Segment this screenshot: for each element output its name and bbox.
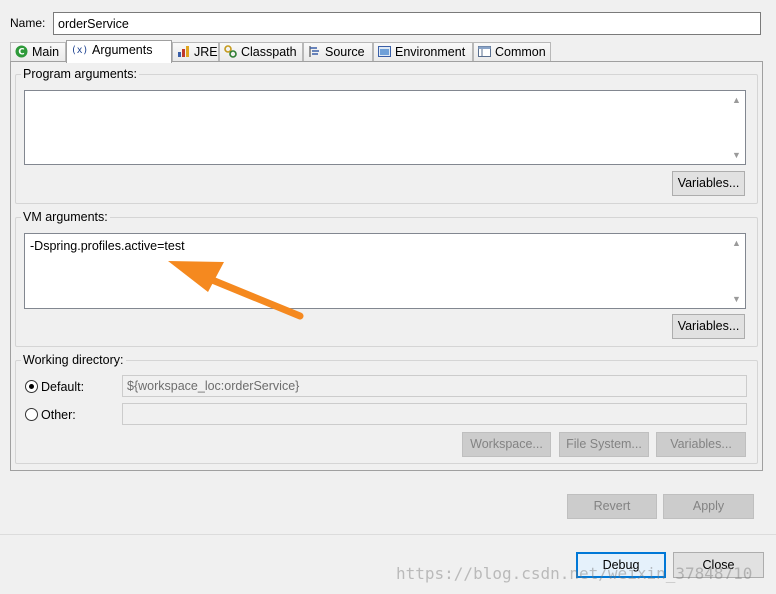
tab-jre[interactable]: JRE — [172, 42, 219, 62]
other-directory-field — [122, 403, 747, 425]
default-radio-label[interactable]: Default: — [41, 380, 84, 394]
tab-arguments[interactable]: (x)= Arguments — [66, 40, 172, 63]
apply-button[interactable]: Apply — [663, 494, 754, 519]
other-radio[interactable] — [25, 408, 38, 421]
tab-source[interactable]: Source — [303, 42, 373, 62]
tab-arguments-label: Arguments — [92, 43, 153, 57]
svg-text:C: C — [18, 48, 24, 58]
scroll-up-icon[interactable]: ▲ — [728, 235, 745, 251]
vm-arguments-textarea[interactable]: -Dspring.profiles.active=test ▲ ▼ — [24, 233, 746, 309]
vm-arguments-scrollbar[interactable]: ▲ ▼ — [728, 234, 745, 308]
default-directory-field: ${workspace_loc:orderService} — [122, 375, 747, 397]
vm-arguments-group: VM arguments: -Dspring.profiles.active=t… — [15, 210, 758, 347]
scroll-down-icon[interactable]: ▼ — [728, 291, 745, 307]
tab-classpath[interactable]: Classpath — [219, 42, 303, 62]
name-input-value: orderService — [58, 17, 129, 31]
program-arguments-group: Program arguments: ▲ ▼ Variables... — [15, 67, 758, 204]
source-icon — [308, 45, 321, 58]
working-directory-title: Working directory: — [21, 353, 126, 367]
program-arguments-title: Program arguments: — [21, 67, 139, 81]
workspace-button[interactable]: Workspace... — [462, 432, 551, 457]
program-arguments-scrollbar[interactable]: ▲ ▼ — [728, 91, 745, 164]
tab-environment[interactable]: Environment — [373, 42, 473, 62]
scroll-down-icon[interactable]: ▼ — [728, 147, 745, 163]
watermark-text: https://blog.csdn.net/weixin_37848710 — [396, 564, 753, 583]
other-radio-label[interactable]: Other: — [41, 408, 76, 422]
tab-common-label: Common — [495, 45, 546, 59]
revert-button[interactable]: Revert — [567, 494, 657, 519]
jre-icon — [177, 45, 190, 58]
arguments-icon: (x)= — [71, 43, 94, 56]
dialog-separator — [0, 534, 776, 535]
name-input[interactable]: orderService — [53, 12, 761, 35]
arguments-panel: Program arguments: ▲ ▼ Variables... VM a… — [10, 61, 763, 471]
name-label: Name: — [10, 16, 46, 30]
environment-icon — [378, 45, 391, 58]
vm-variables-button[interactable]: Variables... — [672, 314, 745, 339]
program-arguments-textarea[interactable]: ▲ ▼ — [24, 90, 746, 165]
tab-main-label: Main — [32, 45, 60, 59]
tab-jre-label: JRE — [194, 45, 218, 59]
working-directory-group: Working directory: Default: ${workspace_… — [15, 353, 758, 464]
annotation-arrow-icon — [168, 261, 304, 320]
default-radio[interactable] — [25, 380, 38, 393]
tab-common[interactable]: Common — [473, 42, 551, 62]
vm-arguments-title: VM arguments: — [21, 210, 110, 224]
tab-bar: C Main (x)= Arguments JRE Classpath Sour… — [10, 40, 762, 63]
classpath-icon — [224, 45, 237, 58]
svg-text:(x)=: (x)= — [71, 45, 88, 56]
tab-source-label: Source — [325, 45, 365, 59]
common-icon — [478, 45, 491, 58]
scroll-up-icon[interactable]: ▲ — [728, 92, 745, 108]
main-config-icon: C — [15, 45, 28, 58]
tab-main[interactable]: C Main — [10, 42, 66, 62]
tab-classpath-label: Classpath — [241, 45, 297, 59]
tab-environment-label: Environment — [395, 45, 466, 59]
program-variables-button[interactable]: Variables... — [672, 171, 745, 196]
file-system-button[interactable]: File System... — [559, 432, 649, 457]
working-dir-variables-button[interactable]: Variables... — [656, 432, 746, 457]
